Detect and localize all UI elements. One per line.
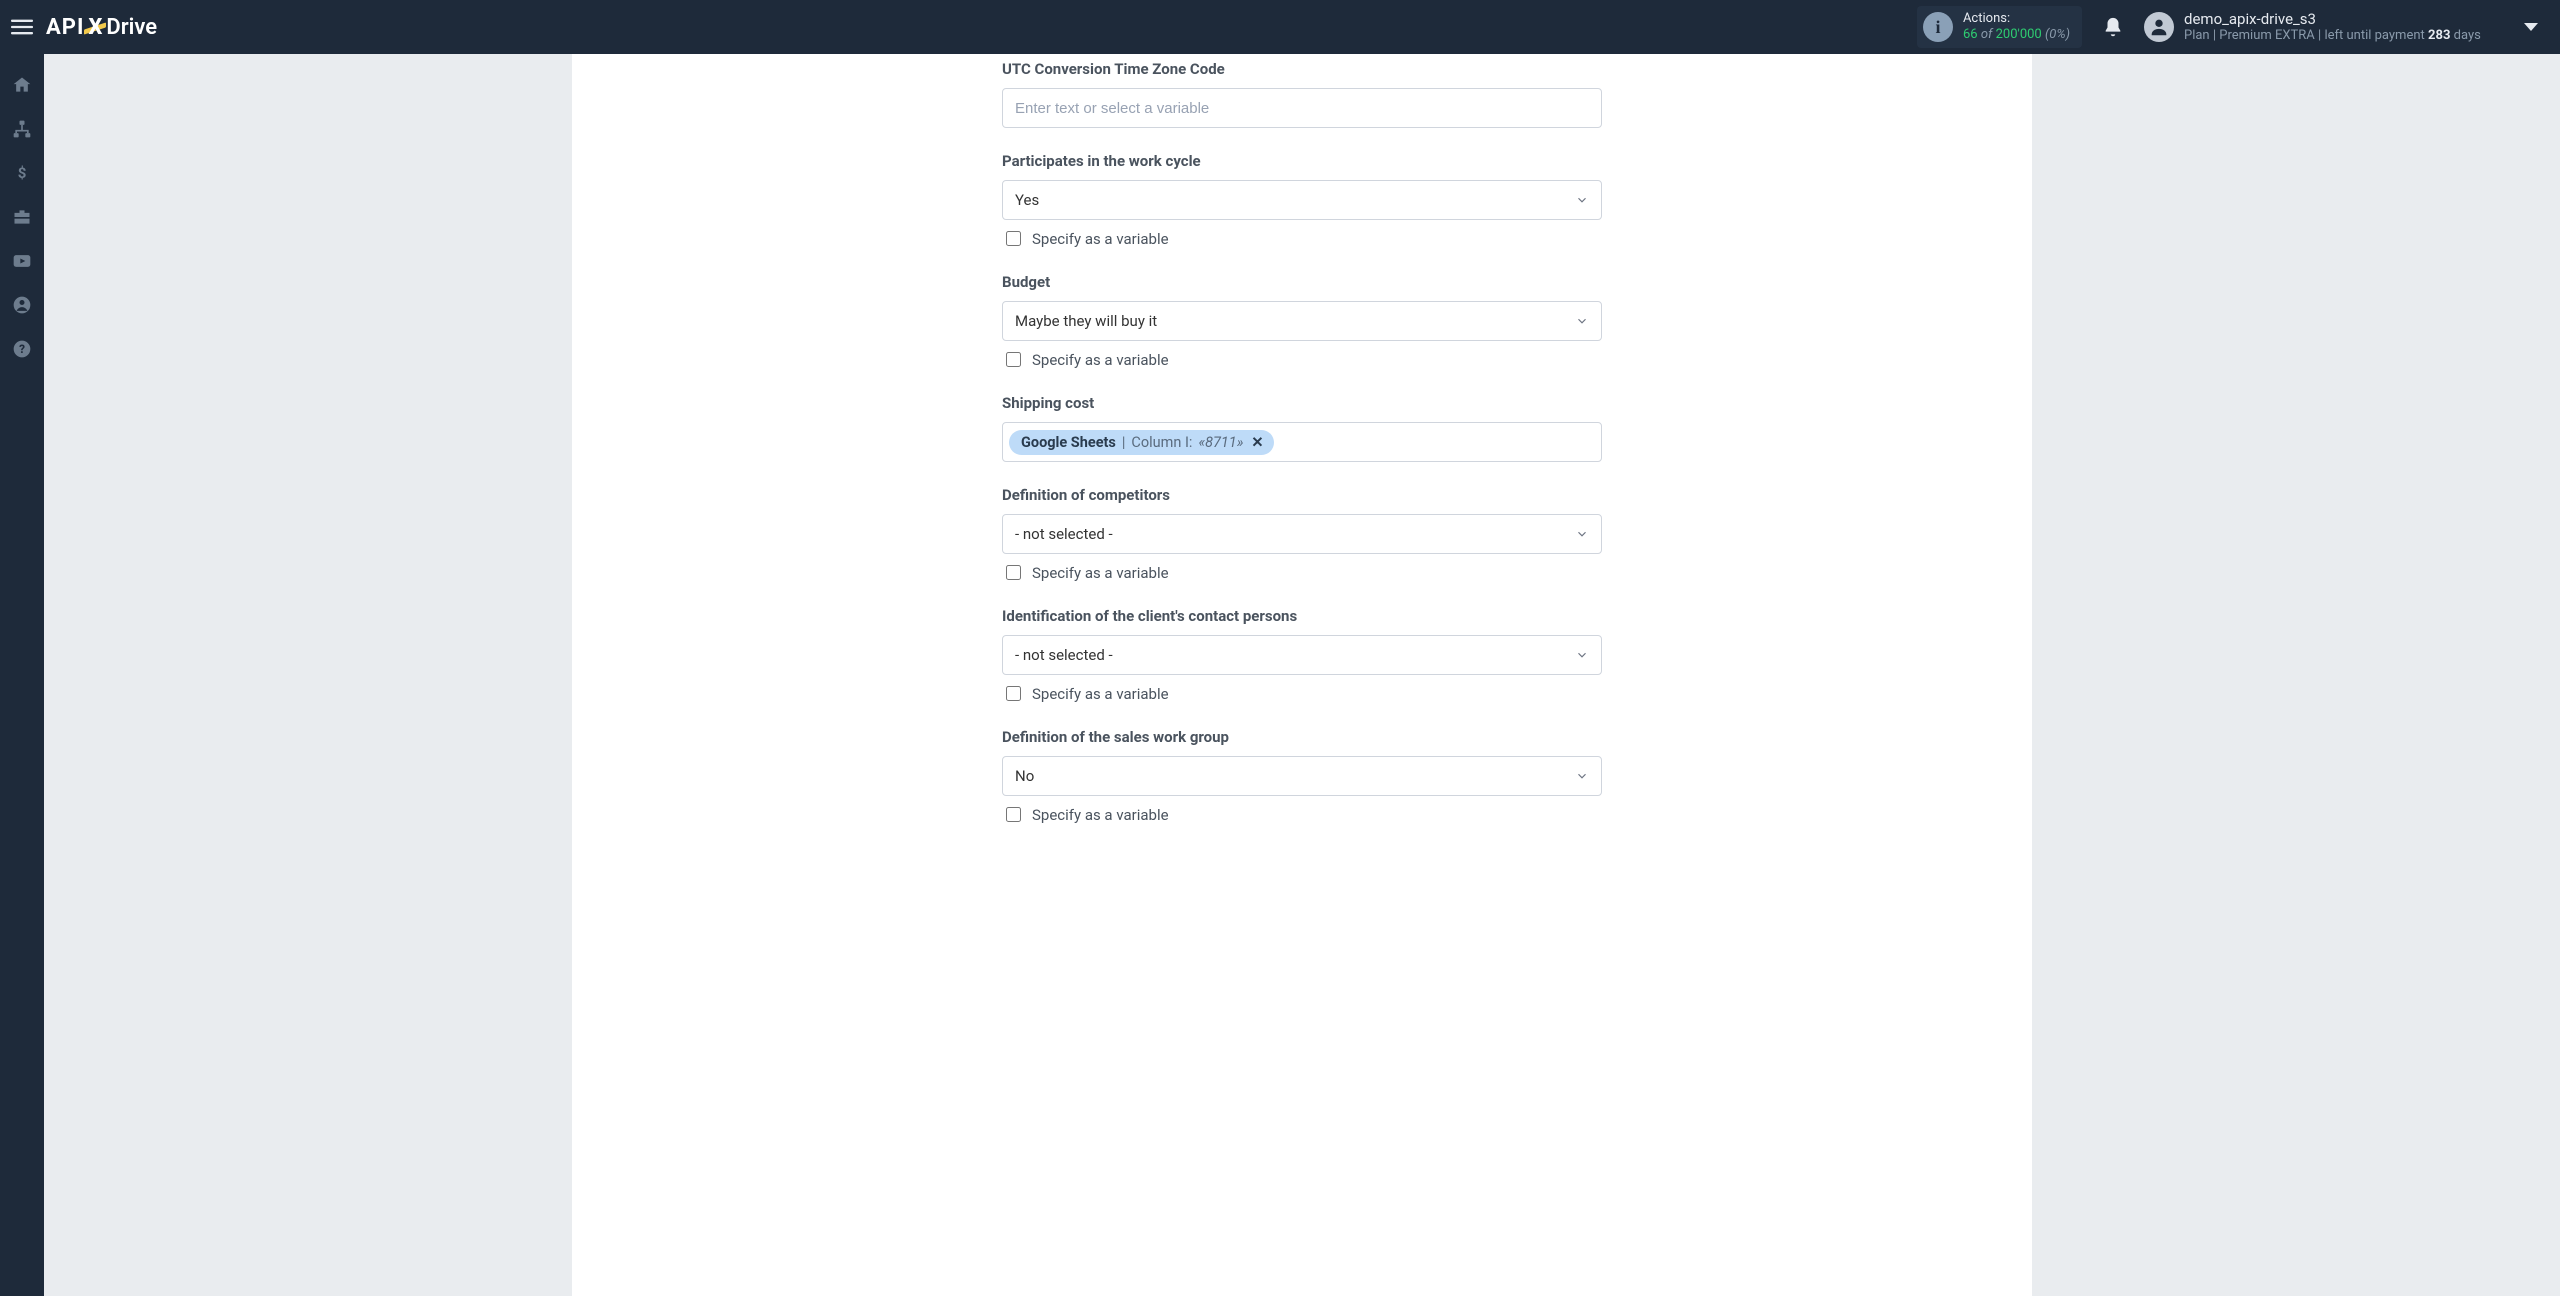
actions-counter[interactable]: i Actions: 66 of 200'000 (0%)	[1917, 6, 2082, 48]
field-budget: Budget Maybe they will buy it Specify as…	[1002, 273, 1602, 370]
checkbox-competitors-variable[interactable]	[1006, 565, 1021, 580]
chip-source: Google Sheets	[1021, 434, 1116, 451]
svg-text:$: $	[18, 164, 27, 182]
checkbox-contacts-variable[interactable]	[1006, 686, 1021, 701]
input-utc[interactable]	[1002, 88, 1602, 128]
select-participates-value: Yes	[1015, 191, 1039, 209]
logo-drive: Drive	[106, 15, 157, 40]
form-panel: UTC Conversion Time Zone Code Participat…	[962, 54, 1642, 1296]
field-utc: UTC Conversion Time Zone Code	[1002, 60, 1602, 128]
user-circle-icon	[12, 295, 32, 315]
canvas: UTC Conversion Time Zone Code Participat…	[572, 54, 2032, 1296]
checkbox-budget-label[interactable]: Specify as a variable	[1032, 351, 1169, 369]
chevron-down-icon	[1575, 769, 1589, 783]
home-icon	[12, 75, 32, 95]
notifications-button[interactable]	[2096, 10, 2130, 44]
chip-shipping-variable[interactable]: Google Sheets | Column I: «8711» ✕	[1009, 430, 1274, 455]
field-sales-group: Definition of the sales work group No Sp…	[1002, 728, 1602, 825]
user-name: demo_apix-drive_s3	[2184, 10, 2484, 28]
sidebar-home[interactable]	[0, 66, 44, 104]
select-contacts[interactable]: - not selected -	[1002, 635, 1602, 675]
logo-api: API	[46, 15, 84, 40]
sitemap-icon	[12, 119, 32, 139]
logo[interactable]: API X Drive	[46, 15, 157, 40]
label-participates: Participates in the work cycle	[1002, 152, 1602, 170]
field-participates: Participates in the work cycle Yes Speci…	[1002, 152, 1602, 249]
sidebar-video[interactable]	[0, 242, 44, 280]
topbar: API X Drive i Actions: 66 of 200'000 (0%…	[0, 0, 2560, 54]
dollar-icon: $	[12, 163, 32, 183]
chevron-down-icon	[1575, 527, 1589, 541]
actions-label: Actions:	[1963, 11, 2070, 27]
checkbox-participates-label[interactable]: Specify as a variable	[1032, 230, 1169, 248]
sidebar-help[interactable]: ?	[0, 330, 44, 368]
chip-remove-icon[interactable]: ✕	[1251, 434, 1263, 451]
checkbox-competitors-label[interactable]: Specify as a variable	[1032, 564, 1169, 582]
youtube-icon	[12, 251, 32, 271]
svg-text:?: ?	[19, 342, 25, 356]
user-plan: Plan | Premium EXTRA | left until paymen…	[2184, 28, 2484, 44]
user-block[interactable]: demo_apix-drive_s3 Plan | Premium EXTRA …	[2184, 10, 2484, 44]
checkbox-contacts-label[interactable]: Specify as a variable	[1032, 685, 1169, 703]
input-shipping[interactable]: Google Sheets | Column I: «8711» ✕	[1002, 422, 1602, 462]
label-utc: UTC Conversion Time Zone Code	[1002, 60, 1602, 78]
field-contacts: Identification of the client's contact p…	[1002, 607, 1602, 704]
info-icon: i	[1923, 12, 1953, 42]
chip-separator: |	[1122, 434, 1126, 451]
actions-text: Actions: 66 of 200'000 (0%)	[1963, 11, 2070, 42]
select-budget[interactable]: Maybe they will buy it	[1002, 301, 1602, 341]
hamburger-icon	[11, 16, 33, 38]
sidebar-billing[interactable]: $	[0, 154, 44, 192]
select-sales-group[interactable]: No	[1002, 756, 1602, 796]
sidebar-connections[interactable]	[0, 110, 44, 148]
chip-column: Column I:	[1131, 434, 1192, 451]
sidebar-account[interactable]	[0, 286, 44, 324]
help-icon: ?	[12, 339, 32, 359]
field-competitors: Definition of competitors - not selected…	[1002, 486, 1602, 583]
select-participates[interactable]: Yes	[1002, 180, 1602, 220]
user-menu-caret[interactable]	[2524, 23, 2538, 31]
label-shipping: Shipping cost	[1002, 394, 1602, 412]
label-competitors: Definition of competitors	[1002, 486, 1602, 504]
logo-x: X	[86, 15, 104, 40]
label-sales-group: Definition of the sales work group	[1002, 728, 1602, 746]
label-contacts: Identification of the client's contact p…	[1002, 607, 1602, 625]
chevron-down-icon	[1575, 193, 1589, 207]
checkbox-participates-variable[interactable]	[1006, 231, 1021, 246]
menu-toggle[interactable]	[0, 0, 44, 54]
select-budget-value: Maybe they will buy it	[1015, 312, 1157, 330]
chevron-down-icon	[1575, 648, 1589, 662]
select-competitors[interactable]: - not selected -	[1002, 514, 1602, 554]
checkbox-sales-group-variable[interactable]	[1006, 807, 1021, 822]
page-scroll[interactable]: UTC Conversion Time Zone Code Participat…	[44, 54, 2560, 1296]
select-contacts-value: - not selected -	[1015, 646, 1113, 664]
sidebar: $ ?	[0, 54, 44, 1296]
checkbox-budget-variable[interactable]	[1006, 352, 1021, 367]
select-competitors-value: - not selected -	[1015, 525, 1113, 543]
sidebar-briefcase[interactable]	[0, 198, 44, 236]
briefcase-icon	[12, 207, 32, 227]
bell-icon	[2102, 16, 2124, 38]
actions-value: 66 of 200'000 (0%)	[1963, 27, 2070, 43]
label-budget: Budget	[1002, 273, 1602, 291]
select-sales-group-value: No	[1015, 767, 1034, 785]
chevron-down-icon	[1575, 314, 1589, 328]
checkbox-sales-group-label[interactable]: Specify as a variable	[1032, 806, 1169, 824]
chip-value: «8711»	[1198, 434, 1243, 451]
field-shipping: Shipping cost Google Sheets | Column I: …	[1002, 394, 1602, 462]
avatar[interactable]	[2144, 12, 2174, 42]
user-icon	[2148, 16, 2170, 38]
